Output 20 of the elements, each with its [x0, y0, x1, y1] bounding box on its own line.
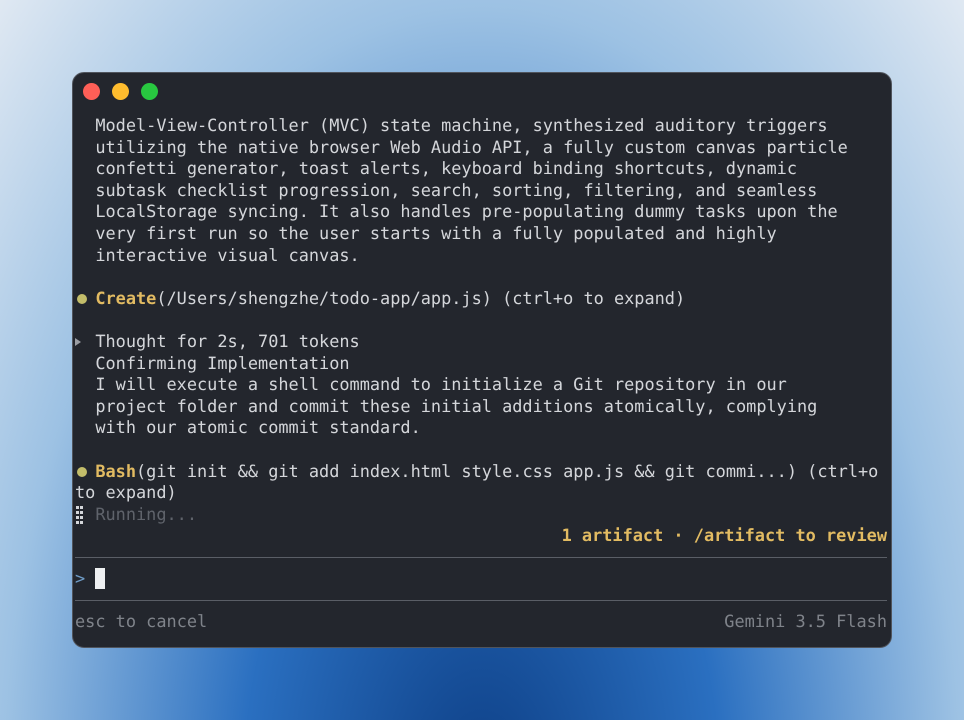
prompt-symbol: >: [75, 568, 86, 590]
tool-call-text: Bash(git init && git add index.html style.css app.js && git commi...) (ctrl+o: [95, 460, 878, 480]
bullet-icon: [77, 466, 87, 476]
thought-title: Confirming Implementation: [95, 352, 351, 374]
cancel-hint: esc to cancel: [75, 610, 208, 632]
thought-summary: Thought for 2s, 701 tokens: [95, 330, 361, 353]
thought-text: I will execute a shell command to initialize a Git repository in our project folder and commit these initial additions atomically, complying with our atomic commit standard.: [95, 374, 818, 439]
window-control-button[interactable]: [112, 83, 129, 100]
message-text: Model-View-Controller (MVC) state machine, synthesized auditory triggers utilizing the native browser Web Audio API, a fully custom canvas particle confetti generator, toast alerts, keyboard binding shortcuts, dynamic subtask checklist progression, search, sorting, filtering, and seamless LocalStorage syncing. It also handles pre-populating dummy tasks upon the very first run so the user starts with a fully populated and highly interactive visual canvas.: [94, 115, 849, 266]
artifact-notice: 1 artifact · /artifact to review: [562, 525, 887, 547]
tool-call-text: to expand): [75, 482, 177, 502]
status-text: Running...: [95, 504, 198, 526]
model-name: Gemini 3.5 Flash: [724, 610, 887, 632]
bullet-icon: [77, 294, 87, 304]
spinner-icon: [75, 504, 84, 524]
window-control-button[interactable]: [141, 83, 158, 100]
caret-icon: [75, 338, 81, 346]
text-cursor: [95, 568, 106, 590]
window-control-button[interactable]: [83, 83, 100, 100]
tool-call-text: Create(/Users/shengzhe/todo-app/app.js) (ctrl+o to expand): [95, 288, 686, 308]
